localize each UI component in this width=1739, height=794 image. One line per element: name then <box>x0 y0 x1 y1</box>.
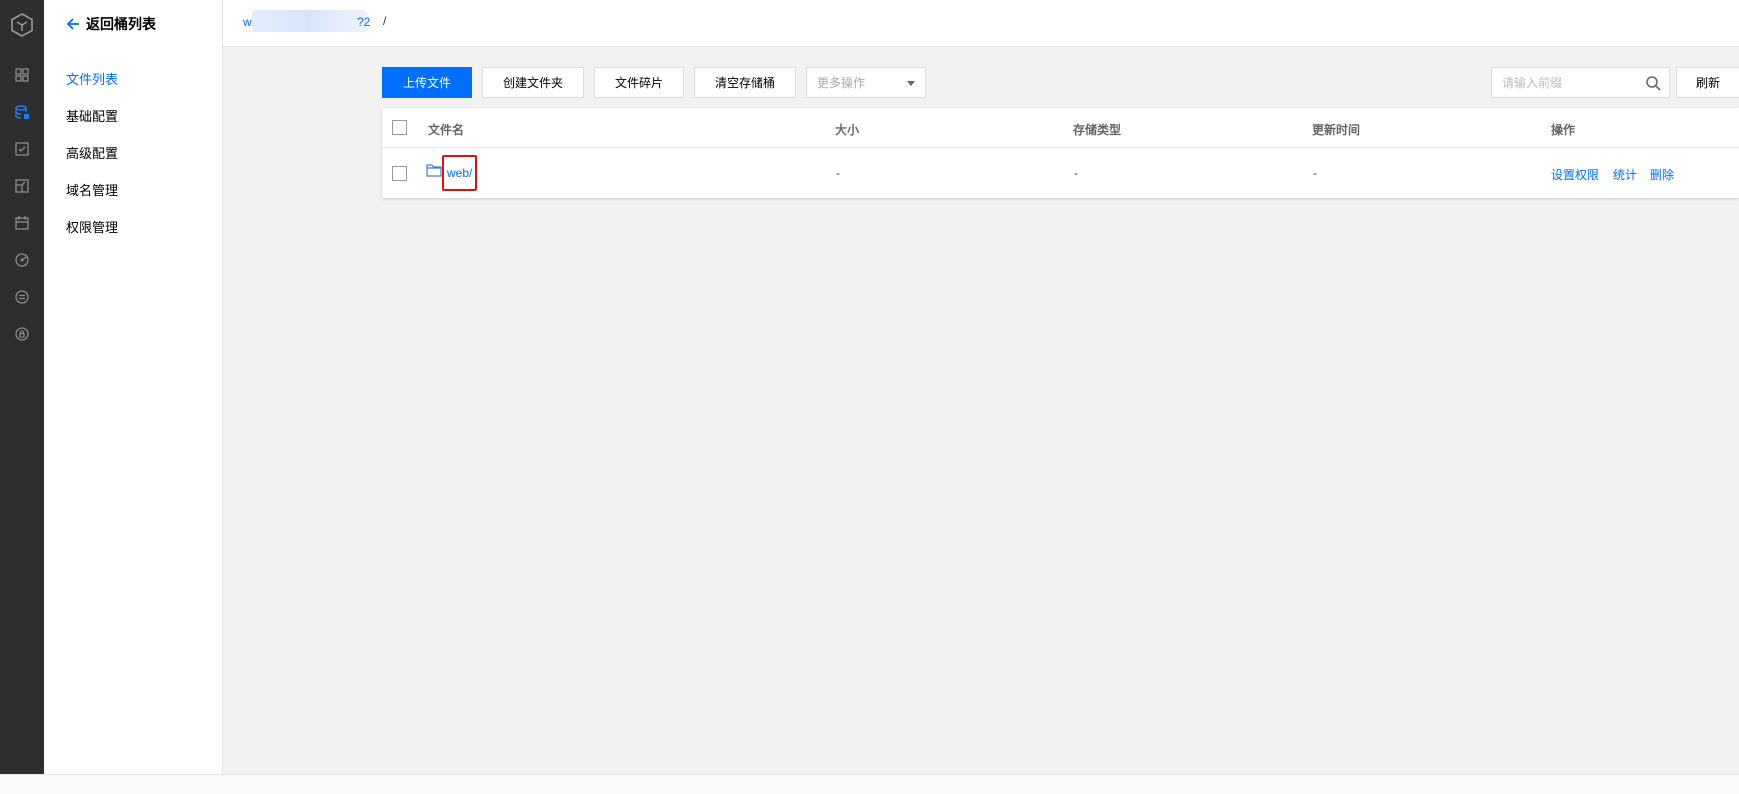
prefix-search-input[interactable] <box>1492 68 1642 97</box>
row-checkbox[interactable] <box>392 166 407 181</box>
bucket-sidebar: 返回桶列表 文件列表 基础配置 高级配置 域名管理 权限管理 <box>44 0 223 774</box>
statistics-link[interactable]: 统计 <box>1613 166 1637 183</box>
cube-logo-icon[interactable] <box>0 0 44 50</box>
arrow-left-icon <box>66 18 79 30</box>
column-header-actions: 操作 <box>1551 123 1576 137</box>
column-header-updated: 更新时间 <box>1312 123 1361 137</box>
breadcrumb-bucket-name[interactable]: w <box>243 15 252 29</box>
back-to-bucket-list-link[interactable]: 返回桶列表 <box>66 14 156 34</box>
upload-file-button[interactable]: 上传文件 <box>382 67 472 98</box>
sidebar-item-file-list[interactable]: 文件列表 <box>66 69 118 88</box>
column-header-name: 文件名 <box>428 123 465 137</box>
sidebar-item-permission-management[interactable]: 权限管理 <box>66 217 118 236</box>
back-link-label: 返回桶列表 <box>86 16 156 32</box>
breadcrumb-separator: / <box>383 14 387 28</box>
bottom-status-strip <box>0 774 1739 794</box>
annotation-highlight-box <box>442 155 477 191</box>
task-check-icon[interactable] <box>0 134 44 164</box>
more-actions-select[interactable]: 更多操作 <box>806 67 926 98</box>
breadcrumb-bucket-suffix[interactable]: ?2 <box>357 15 370 29</box>
more-actions-placeholder: 更多操作 <box>817 76 866 90</box>
dashboard-icon[interactable] <box>0 60 44 90</box>
search-icon[interactable] <box>1645 75 1661 91</box>
sidebar-item-advanced-config[interactable]: 高级配置 <box>66 143 118 162</box>
column-header-size: 大小 <box>835 123 860 137</box>
table-header: 文件名 大小 存储类型 更新时间 操作 <box>382 108 1739 148</box>
column-header-storage-type: 存储类型 <box>1073 123 1122 137</box>
clear-bucket-button[interactable]: 清空存储桶 <box>694 67 796 98</box>
prefix-search-box <box>1491 67 1670 98</box>
bucket-storage-icon[interactable] <box>0 97 44 127</box>
set-permission-link[interactable]: 设置权限 <box>1551 166 1599 183</box>
redacted-bucket-name <box>252 10 367 32</box>
lock-circle-icon[interactable] <box>0 319 44 349</box>
delete-link[interactable]: 删除 <box>1650 166 1674 183</box>
icon-rail <box>0 0 44 774</box>
cell-storage-type: - <box>1074 166 1078 180</box>
calendar-icon[interactable] <box>0 208 44 238</box>
create-folder-button[interactable]: 创建文件夹 <box>482 67 584 98</box>
folder-icon <box>426 164 442 177</box>
select-all-checkbox[interactable] <box>392 120 407 135</box>
file-fragments-button[interactable]: 文件碎片 <box>594 67 684 98</box>
sidebar-item-basic-config[interactable]: 基础配置 <box>66 106 118 125</box>
sidebar-item-domain-management[interactable]: 域名管理 <box>66 180 118 199</box>
chevron-down-icon <box>907 81 915 86</box>
cell-updated: - <box>1313 166 1317 180</box>
monitor-gauge-icon[interactable] <box>0 245 44 275</box>
list-circle-icon[interactable] <box>0 282 44 312</box>
refresh-button[interactable]: 刷新 <box>1676 67 1739 98</box>
report-icon[interactable] <box>0 171 44 201</box>
cell-size: - <box>836 166 840 180</box>
table-row: web/ - - - 设置权限 统计 删除 <box>382 149 1739 198</box>
breadcrumb-bar: w ?2 / <box>223 0 1739 47</box>
file-table: 文件名 大小 存储类型 更新时间 操作 web/ - - - 设置权限 统计 删… <box>382 108 1739 198</box>
